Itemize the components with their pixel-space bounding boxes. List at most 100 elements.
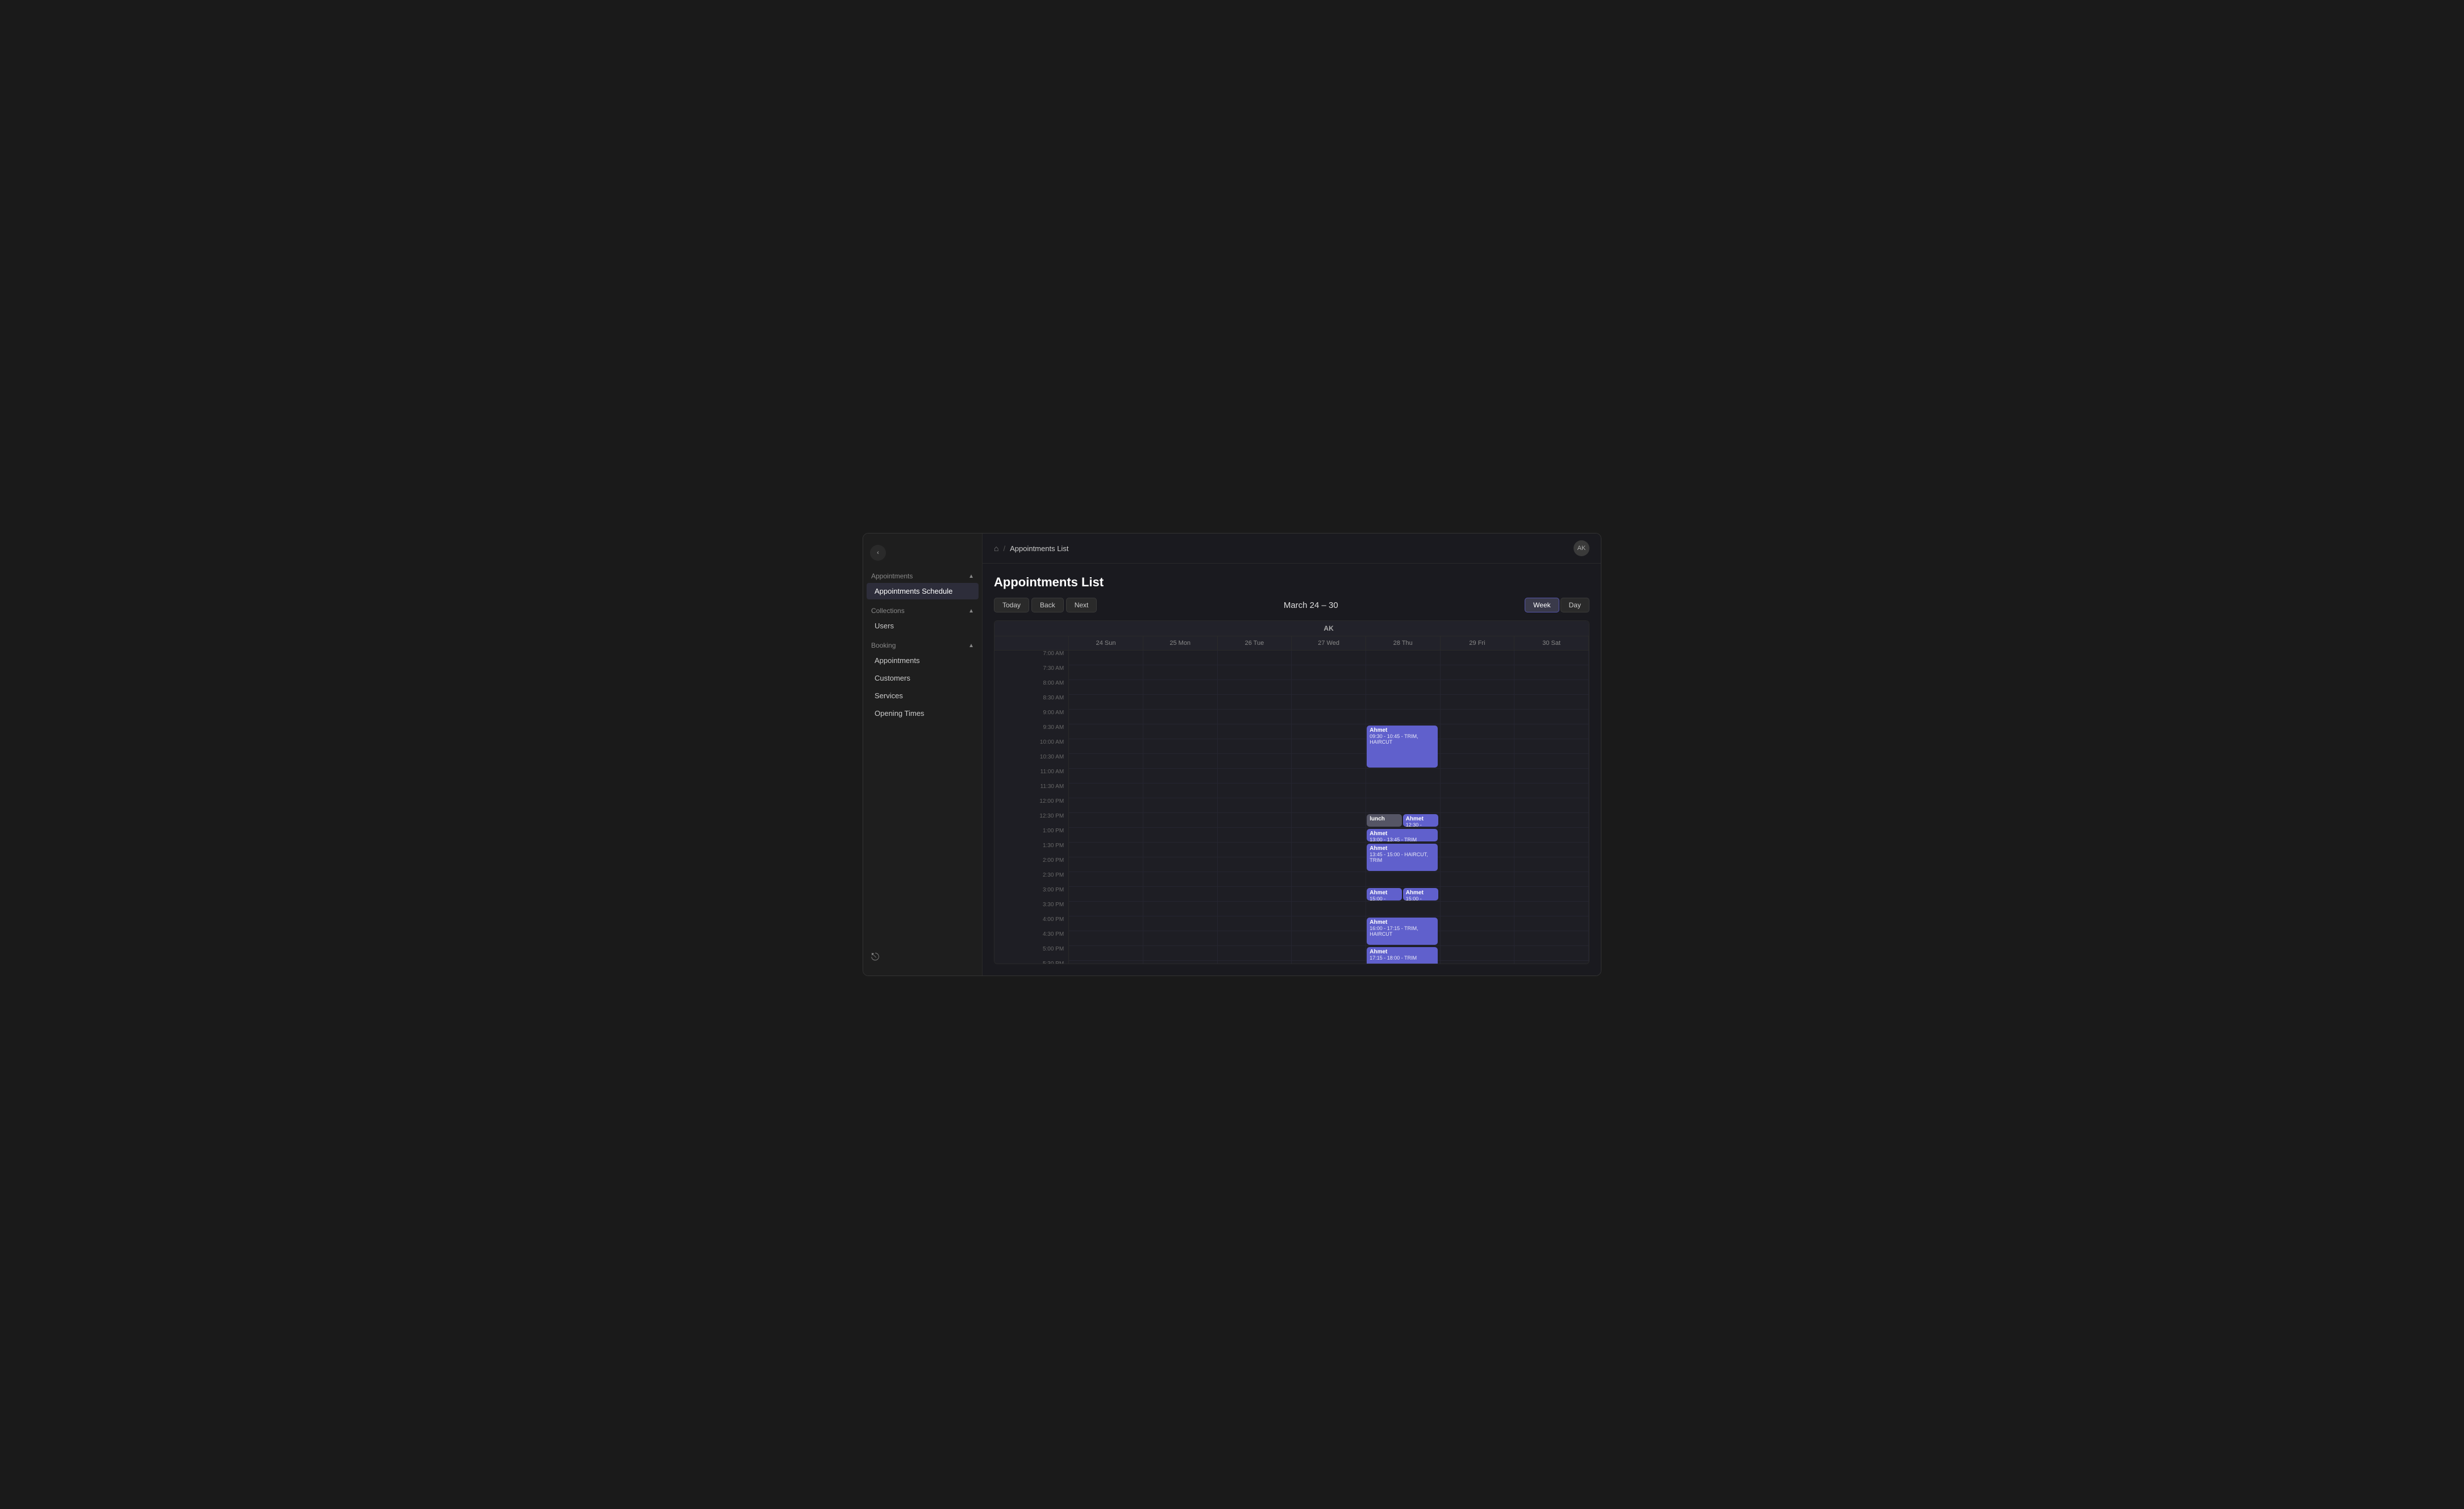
calendar-cell[interactable] [1440, 665, 1514, 680]
calendar-cell[interactable] [1514, 946, 1589, 961]
calendar-cell[interactable] [1069, 680, 1143, 695]
calendar-cell[interactable] [1440, 828, 1514, 843]
calendar-cell[interactable] [1440, 680, 1514, 695]
calendar-cell[interactable] [1069, 739, 1143, 754]
calendar-cell[interactable] [1440, 931, 1514, 946]
calendar-cell[interactable] [1069, 769, 1143, 783]
calendar-cell[interactable]: Ahmet15:00 - 15:30 - H...Ahmet15:00 - 15… [1366, 887, 1440, 902]
calendar-cell[interactable] [1366, 798, 1440, 813]
calendar-cell[interactable] [1292, 857, 1366, 872]
calendar-cell[interactable] [1143, 724, 1217, 739]
calendar-cell[interactable] [1217, 665, 1292, 680]
today-button[interactable]: Today [994, 598, 1029, 612]
calendar-cell[interactable] [1069, 651, 1143, 665]
calendar-cell[interactable] [1440, 916, 1514, 931]
calendar-cell[interactable] [1292, 798, 1366, 813]
calendar-cell[interactable] [1514, 651, 1589, 665]
calendar-cell[interactable] [1217, 828, 1292, 843]
calendar-cell[interactable] [1217, 769, 1292, 783]
calendar-cell[interactable] [1292, 813, 1366, 828]
calendar-cell[interactable] [1069, 887, 1143, 902]
calendar-cell[interactable] [1217, 946, 1292, 961]
calendar-cell[interactable] [1069, 828, 1143, 843]
calendar-cell[interactable] [1143, 843, 1217, 857]
calendar-cell[interactable] [1143, 887, 1217, 902]
calendar-cell[interactable] [1292, 931, 1366, 946]
calendar-cell[interactable] [1514, 769, 1589, 783]
calendar-cell[interactable] [1514, 710, 1589, 724]
calendar-cell[interactable] [1292, 695, 1366, 710]
calendar-cell[interactable] [1143, 872, 1217, 887]
calendar-cell[interactable] [1440, 902, 1514, 916]
calendar-cell[interactable] [1366, 651, 1440, 665]
calendar-cell[interactable] [1143, 739, 1217, 754]
calendar-cell[interactable] [1514, 828, 1589, 843]
calendar-cell[interactable] [1514, 754, 1589, 769]
event-block[interactable]: Ahmet09:30 - 10:45 - TRIM, HAIRCUT [1367, 726, 1438, 768]
calendar-cell[interactable] [1514, 724, 1589, 739]
calendar-cell[interactable] [1143, 946, 1217, 961]
calendar-cell[interactable] [1069, 902, 1143, 916]
calendar-cell[interactable] [1143, 916, 1217, 931]
calendar-cell[interactable]: Ahmet16:00 - 17:15 - TRIM, HAIRCUT [1366, 916, 1440, 931]
calendar-cell[interactable] [1217, 651, 1292, 665]
sidebar-item-appointments[interactable]: Appointments [867, 652, 979, 669]
calendar-cell[interactable] [1292, 739, 1366, 754]
calendar-cell[interactable] [1143, 769, 1217, 783]
calendar-cell[interactable] [1514, 902, 1589, 916]
calendar-cell[interactable] [1217, 902, 1292, 916]
calendar-cell[interactable] [1069, 783, 1143, 798]
calendar-cell[interactable] [1514, 857, 1589, 872]
event-block[interactable]: Ahmet17:15 - 18:00 - TRIM [1367, 947, 1438, 964]
logout-button[interactable]: ⎋ [871, 951, 879, 963]
calendar-cell[interactable] [1217, 710, 1292, 724]
sidebar-item-users[interactable]: Users [867, 618, 979, 634]
calendar-cell[interactable] [1440, 798, 1514, 813]
calendar-cell[interactable] [1292, 887, 1366, 902]
sidebar-item-customers[interactable]: Customers [867, 670, 979, 686]
event-block[interactable]: Ahmet16:00 - 17:15 - TRIM, HAIRCUT [1367, 918, 1438, 945]
calendar-cell[interactable] [1514, 961, 1589, 965]
calendar-cell[interactable] [1217, 961, 1292, 965]
calendar-cell[interactable] [1514, 931, 1589, 946]
calendar-cell[interactable] [1069, 724, 1143, 739]
calendar-cell[interactable] [1292, 651, 1366, 665]
calendar-cell[interactable] [1292, 916, 1366, 931]
calendar-cell[interactable] [1440, 710, 1514, 724]
calendar-cell[interactable] [1514, 798, 1589, 813]
event-block[interactable]: Ahmet15:00 - 15:30 -... [1403, 888, 1438, 901]
calendar-cell[interactable] [1440, 783, 1514, 798]
calendar-cell[interactable] [1440, 961, 1514, 965]
calendar-cell[interactable] [1143, 665, 1217, 680]
event-block[interactable]: Ahmet13:45 - 15:00 - HAIRCUT, TRIM [1367, 844, 1438, 871]
calendar-cell[interactable] [1514, 872, 1589, 887]
calendar-cell[interactable] [1366, 783, 1440, 798]
sidebar-section-booking[interactable]: Booking ▲ [863, 639, 982, 652]
calendar-cell[interactable] [1217, 931, 1292, 946]
calendar-cell[interactable] [1292, 724, 1366, 739]
calendar-cell[interactable] [1069, 843, 1143, 857]
calendar-cell[interactable] [1069, 710, 1143, 724]
calendar-cell[interactable] [1440, 739, 1514, 754]
sidebar-item-services[interactable]: Services [867, 687, 979, 704]
calendar-cell[interactable] [1217, 887, 1292, 902]
calendar-cell[interactable] [1514, 665, 1589, 680]
calendar-cell[interactable] [1217, 798, 1292, 813]
calendar-cell[interactable] [1440, 695, 1514, 710]
calendar-cell[interactable] [1366, 680, 1440, 695]
calendar-cell[interactable] [1440, 872, 1514, 887]
sidebar-item-appointments-schedule[interactable]: Appointments Schedule [867, 583, 979, 599]
calendar-cell[interactable] [1143, 680, 1217, 695]
calendar-cell[interactable] [1143, 857, 1217, 872]
calendar-cell[interactable] [1292, 769, 1366, 783]
calendar-cell[interactable]: Ahmet17:15 - 18:00 - TRIM [1366, 946, 1440, 961]
calendar-cell[interactable] [1440, 769, 1514, 783]
calendar-cell[interactable] [1217, 739, 1292, 754]
calendar-cell[interactable] [1514, 843, 1589, 857]
calendar-cell[interactable] [1069, 961, 1143, 965]
calendar-cell[interactable] [1292, 665, 1366, 680]
calendar-cell[interactable] [1069, 946, 1143, 961]
calendar-cell[interactable]: lunchAhmet12:30 - 13:00 -... [1366, 813, 1440, 828]
event-block[interactable]: lunch [1367, 814, 1402, 827]
calendar-cell[interactable] [1143, 902, 1217, 916]
